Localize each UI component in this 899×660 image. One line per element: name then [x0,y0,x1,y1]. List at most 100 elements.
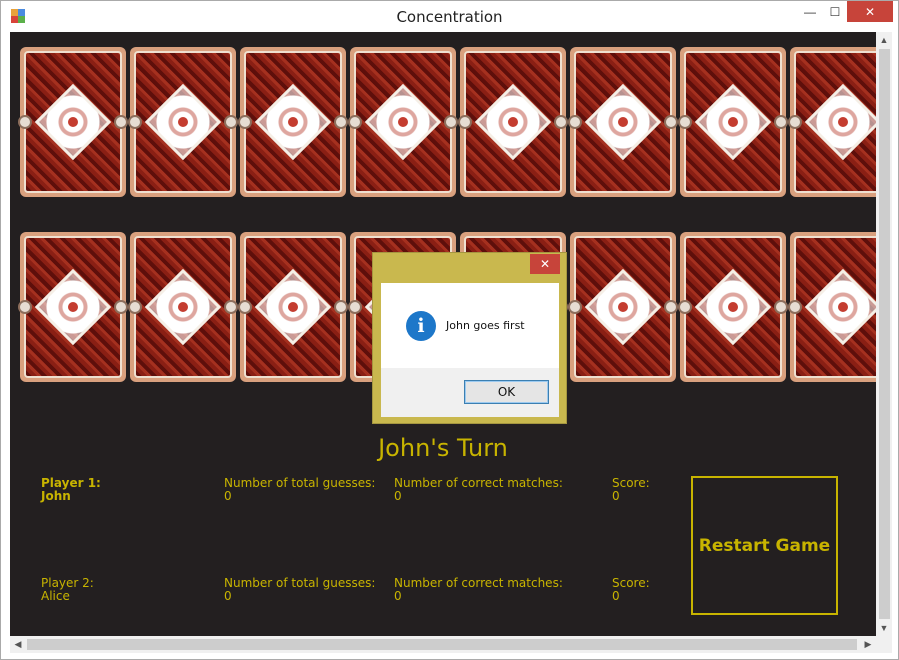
card-ornament [678,115,692,129]
card-back[interactable] [18,232,128,382]
card-back-pattern [238,236,348,378]
player2-matches-label: Number of correct matches: [394,576,563,590]
dialog-close-button[interactable]: ✕ [530,254,560,274]
card-ornament [664,300,678,314]
player1-name: John [41,489,71,503]
card-ornament [66,115,80,129]
card-ornament [774,300,788,314]
card-back-pattern [568,236,678,378]
scroll-left-icon[interactable]: ◀ [10,636,26,653]
horizontal-scrollbar[interactable]: ◀ ▶ [10,636,876,653]
ok-button[interactable]: OK [464,380,549,404]
scrollbar-corner [876,636,892,653]
dialog-body: i John goes first [381,283,559,368]
player1-score-value: 0 [612,489,620,503]
card-ornament [128,300,142,314]
card-ornament [18,115,32,129]
player1-guesses-value: 0 [224,489,232,503]
scroll-up-icon[interactable]: ▲ [876,32,892,48]
card-ornament [66,300,80,314]
window-title: Concentration [396,8,503,26]
card-back[interactable] [128,47,238,197]
card-back[interactable] [678,232,788,382]
card-back-pattern [678,51,788,193]
card-ornament [788,300,802,314]
card-ornament [444,115,458,129]
card-back-pattern [788,236,876,378]
card-ornament [128,115,142,129]
card-ornament [726,115,740,129]
card-ornament [836,115,850,129]
card-back[interactable] [678,47,788,197]
scroll-right-icon[interactable]: ▶ [860,636,876,653]
card-back-pattern [18,51,128,193]
card-ornament [396,115,410,129]
close-button[interactable]: ✕ [847,1,893,22]
maximize-button[interactable]: ☐ [823,1,847,22]
card-back-pattern [568,51,678,193]
card-back-pattern [348,51,458,193]
title-bar[interactable]: Concentration — ☐ ✕ [1,1,898,32]
card-ornament [286,115,300,129]
card-back-pattern [458,51,568,193]
card-back[interactable] [788,232,876,382]
player2-guesses-value: 0 [224,589,232,603]
info-icon: i [406,311,436,341]
card-ornament [788,115,802,129]
card-back[interactable] [568,47,678,197]
card-ornament [568,300,582,314]
card-ornament [568,115,582,129]
card-back[interactable] [788,47,876,197]
card-ornament [334,300,348,314]
card-back[interactable] [128,232,238,382]
card-ornament [554,115,568,129]
card-ornament [176,115,190,129]
card-ornament [18,300,32,314]
vertical-scrollbar[interactable]: ▲ ▼ [876,32,892,636]
card-ornament [286,300,300,314]
card-ornament [774,115,788,129]
card-ornament [238,115,252,129]
minimize-button[interactable]: — [797,1,823,22]
player2-score-value: 0 [612,589,620,603]
card-back-pattern [128,51,238,193]
restart-game-button[interactable]: Restart Game [691,476,838,615]
dialog-footer: OK [381,368,559,417]
card-back[interactable] [238,232,348,382]
card-ornament [176,300,190,314]
player1-matches-label: Number of correct matches: [394,476,563,490]
card-back[interactable] [238,47,348,197]
card-ornament [616,115,630,129]
card-ornament [114,300,128,314]
card-back-pattern [678,236,788,378]
card-ornament [348,300,362,314]
card-back[interactable] [348,47,458,197]
card-ornament [664,115,678,129]
horizontal-scroll-thumb[interactable] [27,639,857,650]
card-ornament [616,300,630,314]
player1-guesses-label: Number of total guesses: [224,476,376,490]
card-back-pattern [238,51,348,193]
card-ornament [678,300,692,314]
player2-name: Alice [41,589,70,603]
card-ornament [238,300,252,314]
card-back[interactable] [18,47,128,197]
card-back[interactable] [568,232,678,382]
card-back-pattern [788,51,876,193]
card-ornament [458,115,472,129]
card-ornament [334,115,348,129]
player1-matches-value: 0 [394,489,402,503]
player2-guesses-label: Number of total guesses: [224,576,376,590]
card-back-pattern [128,236,238,378]
card-ornament [506,115,520,129]
card-ornament [224,115,238,129]
card-ornament [224,300,238,314]
scroll-down-icon[interactable]: ▼ [876,620,892,636]
vertical-scroll-thumb[interactable] [879,49,890,619]
card-back[interactable] [458,47,568,197]
dialog-message: John goes first [446,319,525,332]
card-ornament [836,300,850,314]
app-window: Concentration — ☐ ✕ John's Turn Player 1… [0,0,899,660]
card-back-pattern [18,236,128,378]
player2-matches-value: 0 [394,589,402,603]
